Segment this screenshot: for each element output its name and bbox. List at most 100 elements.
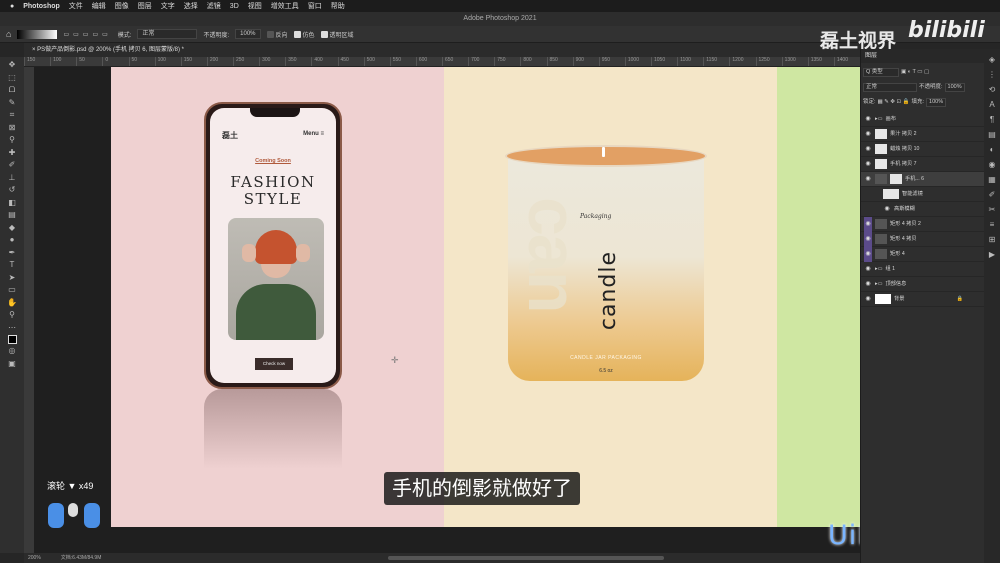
shape-tool-icon[interactable]: ▭ bbox=[5, 285, 19, 296]
frame-tool-icon[interactable]: ⊠ bbox=[5, 123, 19, 134]
dodge-tool-icon[interactable]: ● bbox=[5, 235, 19, 246]
properties-icon[interactable]: ⊞ bbox=[986, 235, 998, 244]
layer-row[interactable]: ◉ ▸▭ 组 1 bbox=[861, 262, 985, 277]
foreground-color-swatch[interactable] bbox=[7, 335, 17, 344]
layer-row[interactable]: ◉ ▸▭ 画布 bbox=[861, 112, 985, 127]
home-icon[interactable]: ⌂ bbox=[6, 29, 11, 39]
layers-icon[interactable]: ◈ bbox=[986, 55, 998, 64]
layer-row[interactable]: ◉ ▸▭ 顶部信息 bbox=[861, 277, 985, 292]
transparency-checkbox[interactable]: 透明区域 bbox=[320, 30, 354, 39]
eye-icon[interactable]: ◉ bbox=[864, 172, 872, 187]
color-icon[interactable]: ◉ bbox=[986, 160, 998, 169]
menu-filter[interactable]: 滤镜 bbox=[207, 1, 221, 11]
reverse-checkbox[interactable]: 反向 bbox=[266, 30, 288, 39]
hand-tool-icon[interactable]: ✋ bbox=[5, 298, 19, 309]
layers-panel-title[interactable]: 图层 bbox=[861, 49, 985, 63]
gradient-tool-icon[interactable]: ▤ bbox=[5, 210, 19, 221]
app-menu[interactable]: Photoshop bbox=[23, 3, 60, 10]
filter-row[interactable]: ◉ 高斯模糊 bbox=[861, 202, 985, 217]
marquee-tool-icon[interactable]: ⬚ bbox=[5, 73, 19, 84]
screen-mode-icon[interactable]: ▣ bbox=[5, 359, 19, 370]
eraser-tool-icon[interactable]: ◧ bbox=[5, 198, 19, 209]
eye-icon[interactable]: ◉ bbox=[864, 246, 872, 262]
ruler-tick-label: 450 bbox=[337, 57, 364, 66]
menu-layer[interactable]: 图层 bbox=[138, 1, 152, 11]
quick-mask-icon[interactable]: ◎ bbox=[5, 346, 19, 357]
swatches-icon[interactable]: ▦ bbox=[986, 175, 998, 184]
eye-icon[interactable]: ◉ bbox=[864, 262, 872, 277]
menu-3d[interactable]: 3D bbox=[230, 3, 239, 10]
zoom-tool-icon[interactable]: ⚲ bbox=[5, 310, 19, 321]
layer-row[interactable]: ◉ 手机 拷贝 7 bbox=[861, 157, 985, 172]
healing-tool-icon[interactable]: ✚ bbox=[5, 148, 19, 159]
layer-row-selected[interactable]: ◉ 手机... 6 bbox=[861, 172, 985, 187]
brush-settings-icon[interactable]: ✐ bbox=[986, 190, 998, 199]
layer-opacity-input[interactable]: 100% bbox=[944, 83, 965, 92]
history-icon[interactable]: ⟲ bbox=[986, 85, 998, 94]
crop-tool-icon[interactable]: ⌗ bbox=[5, 110, 19, 121]
layer-row[interactable]: ◉ 果汁 拷贝 2 bbox=[861, 127, 985, 142]
menu-edit[interactable]: 编辑 bbox=[92, 1, 106, 11]
quick-select-tool-icon[interactable]: ✎ bbox=[5, 98, 19, 109]
libraries-icon[interactable]: ▤ bbox=[986, 130, 998, 139]
eye-icon[interactable]: ◉ bbox=[864, 292, 872, 307]
channels-icon[interactable]: ≡ bbox=[986, 220, 998, 229]
menu-dots-icon[interactable]: ⋮ bbox=[986, 70, 998, 79]
fill-input[interactable]: 100% bbox=[926, 98, 947, 107]
actions-icon[interactable]: ▶ bbox=[986, 250, 998, 259]
filter-icons[interactable]: ▣ ◐ T ▭ ▢ bbox=[901, 67, 929, 78]
stamp-tool-icon[interactable]: ⊥ bbox=[5, 173, 19, 184]
blend-mode-select[interactable]: 正常 bbox=[863, 83, 917, 92]
blur-tool-icon[interactable]: ◆ bbox=[5, 223, 19, 234]
character-icon[interactable]: A bbox=[986, 100, 998, 109]
pen-tool-icon[interactable]: ✒ bbox=[5, 248, 19, 259]
document-tab[interactable]: × PS做产品倒影.psd @ 200% (手机 拷贝 6, 图层蒙版/8) * bbox=[24, 43, 860, 57]
move-tool-icon[interactable]: ✥ bbox=[5, 60, 19, 71]
adjustments-icon[interactable]: ◐ bbox=[986, 145, 998, 154]
menu-image[interactable]: 图像 bbox=[115, 1, 129, 11]
smart-filter-row[interactable]: 智能滤镜 bbox=[861, 187, 985, 202]
eye-icon[interactable]: ◉ bbox=[864, 157, 872, 172]
type-tool-icon[interactable]: T bbox=[5, 260, 19, 271]
menu-select[interactable]: 选择 bbox=[184, 1, 198, 11]
canvas[interactable]: 磊土 Menu ≡ Coming Soon FASHION STYLE Chec… bbox=[111, 67, 860, 527]
more-tools-icon[interactable]: ⋯ bbox=[5, 323, 19, 334]
layer-row[interactable]: ◉ 矩形 4 拷贝 2 bbox=[861, 216, 985, 232]
horizontal-scrollbar[interactable] bbox=[388, 556, 664, 560]
eye-icon[interactable]: ◉ bbox=[864, 127, 872, 142]
layer-row[interactable]: ◉ 矩形 4 拷贝 bbox=[861, 231, 985, 247]
history-brush-icon[interactable]: ↺ bbox=[5, 185, 19, 196]
apple-icon[interactable]: ● bbox=[10, 3, 14, 10]
eye-icon[interactable]: ◉ bbox=[864, 231, 872, 247]
eyedropper-tool-icon[interactable]: ⚲ bbox=[5, 135, 19, 146]
menu-view[interactable]: 视图 bbox=[248, 1, 262, 11]
path-select-tool-icon[interactable]: ➤ bbox=[5, 273, 19, 284]
menu-window[interactable]: 窗口 bbox=[308, 1, 322, 11]
menu-file[interactable]: 文件 bbox=[69, 1, 83, 11]
paragraph-icon[interactable]: ¶ bbox=[986, 115, 998, 124]
layer-mask-thumbnail[interactable] bbox=[890, 174, 902, 184]
layer-row[interactable]: ◉ 蜡烛 拷贝 10 bbox=[861, 142, 985, 157]
eye-icon[interactable]: ◉ bbox=[883, 202, 891, 217]
gradient-type-icons[interactable]: ▭▭▭▭▭ bbox=[63, 31, 111, 38]
layer-row[interactable]: ◉ 背景 🔒 bbox=[861, 292, 985, 307]
menu-help[interactable]: 帮助 bbox=[331, 1, 345, 11]
layer-row[interactable]: ◉ 矩形 4 bbox=[861, 246, 985, 262]
menu-type[interactable]: 文字 bbox=[161, 1, 175, 11]
layer-kind-filter[interactable]: Q 类型 bbox=[863, 68, 899, 77]
zoom-level[interactable]: 200% bbox=[28, 553, 41, 563]
lasso-tool-icon[interactable]: ᗝ bbox=[5, 85, 19, 96]
lock-icons[interactable]: ▦ ✎ ✥ ⊡ 🔒 bbox=[878, 97, 910, 108]
opacity-input[interactable]: 100% bbox=[235, 29, 261, 39]
eye-icon[interactable]: ◉ bbox=[864, 112, 872, 127]
paths-icon[interactable]: ✂ bbox=[986, 205, 998, 214]
brush-tool-icon[interactable]: ✐ bbox=[5, 160, 19, 171]
eye-icon[interactable]: ◉ bbox=[864, 216, 872, 232]
eye-icon[interactable]: ◉ bbox=[864, 142, 872, 157]
eye-icon[interactable]: ◉ bbox=[864, 277, 872, 292]
gradient-preset[interactable] bbox=[17, 29, 58, 39]
dither-checkbox[interactable]: 仿色 bbox=[293, 30, 315, 39]
filter-mask-thumbnail[interactable] bbox=[883, 189, 899, 199]
menu-plugins[interactable]: 增效工具 bbox=[271, 1, 299, 11]
mode-select[interactable]: 正常 bbox=[137, 29, 198, 39]
